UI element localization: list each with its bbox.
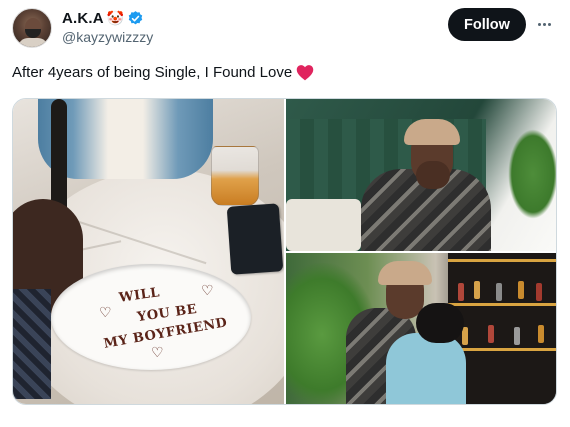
phone: [226, 203, 284, 275]
shelf-light: [448, 348, 556, 351]
plate: ♡ WILL ♡ YOU BE MY BOYFRIEND ♡: [51, 264, 251, 370]
photo-surprised-man[interactable]: [286, 99, 556, 251]
hand-over-mouth: [416, 161, 450, 189]
bottle: [518, 281, 524, 299]
display-name-row[interactable]: A.K.A 🤡: [62, 9, 153, 27]
heart-icon: [296, 65, 314, 81]
bottle: [496, 283, 502, 301]
bottle: [538, 325, 544, 343]
shelf-light: [448, 259, 556, 262]
avatar[interactable]: [12, 8, 52, 48]
author-handle[interactable]: @kayzywizzzy: [62, 29, 153, 45]
drink-glass: [211, 146, 259, 206]
shelf-light: [448, 303, 556, 306]
cushion: [286, 199, 361, 251]
plate-heart-icon: ♡: [99, 304, 112, 320]
plate-heart-icon: ♡: [201, 282, 214, 298]
tweet-text-row: After 4years of being Single, I Found Lo…: [12, 64, 314, 81]
bottle: [458, 283, 464, 301]
author-names: A.K.A 🤡 @kayzywizzzy: [62, 9, 153, 46]
beige-cap: [378, 261, 432, 285]
display-name[interactable]: A.K.A: [62, 10, 104, 27]
media-grid: ♡ WILL ♡ YOU BE MY BOYFRIEND ♡: [12, 98, 557, 405]
bottle: [514, 327, 520, 345]
photo-hug[interactable]: [286, 253, 556, 404]
verified-badge-icon: [129, 10, 143, 24]
tweet-text: After 4years of being Single, I Found Lo…: [12, 64, 293, 81]
bottle: [462, 327, 468, 345]
plant: [508, 129, 556, 219]
avatar-shirt: [18, 38, 48, 47]
woman-hair: [416, 303, 464, 343]
avatar-beard: [25, 29, 41, 38]
patterned-sleeve: [13, 289, 51, 399]
woman-top: [386, 333, 466, 404]
photo-plate[interactable]: ♡ WILL ♡ YOU BE MY BOYFRIEND ♡: [13, 99, 284, 404]
plate-text-line-1: WILL: [118, 285, 161, 306]
more-options-icon[interactable]: [532, 12, 556, 36]
beige-cap: [404, 119, 460, 145]
follow-button[interactable]: Follow: [448, 8, 526, 41]
clown-emoji-icon: 🤡: [106, 10, 125, 26]
bottle: [488, 325, 494, 343]
plate-heart-icon: ♡: [151, 344, 164, 360]
bottle: [536, 283, 542, 301]
bottle: [474, 281, 480, 299]
tweet-header: A.K.A 🤡 @kayzywizzzy Follow: [12, 6, 558, 50]
